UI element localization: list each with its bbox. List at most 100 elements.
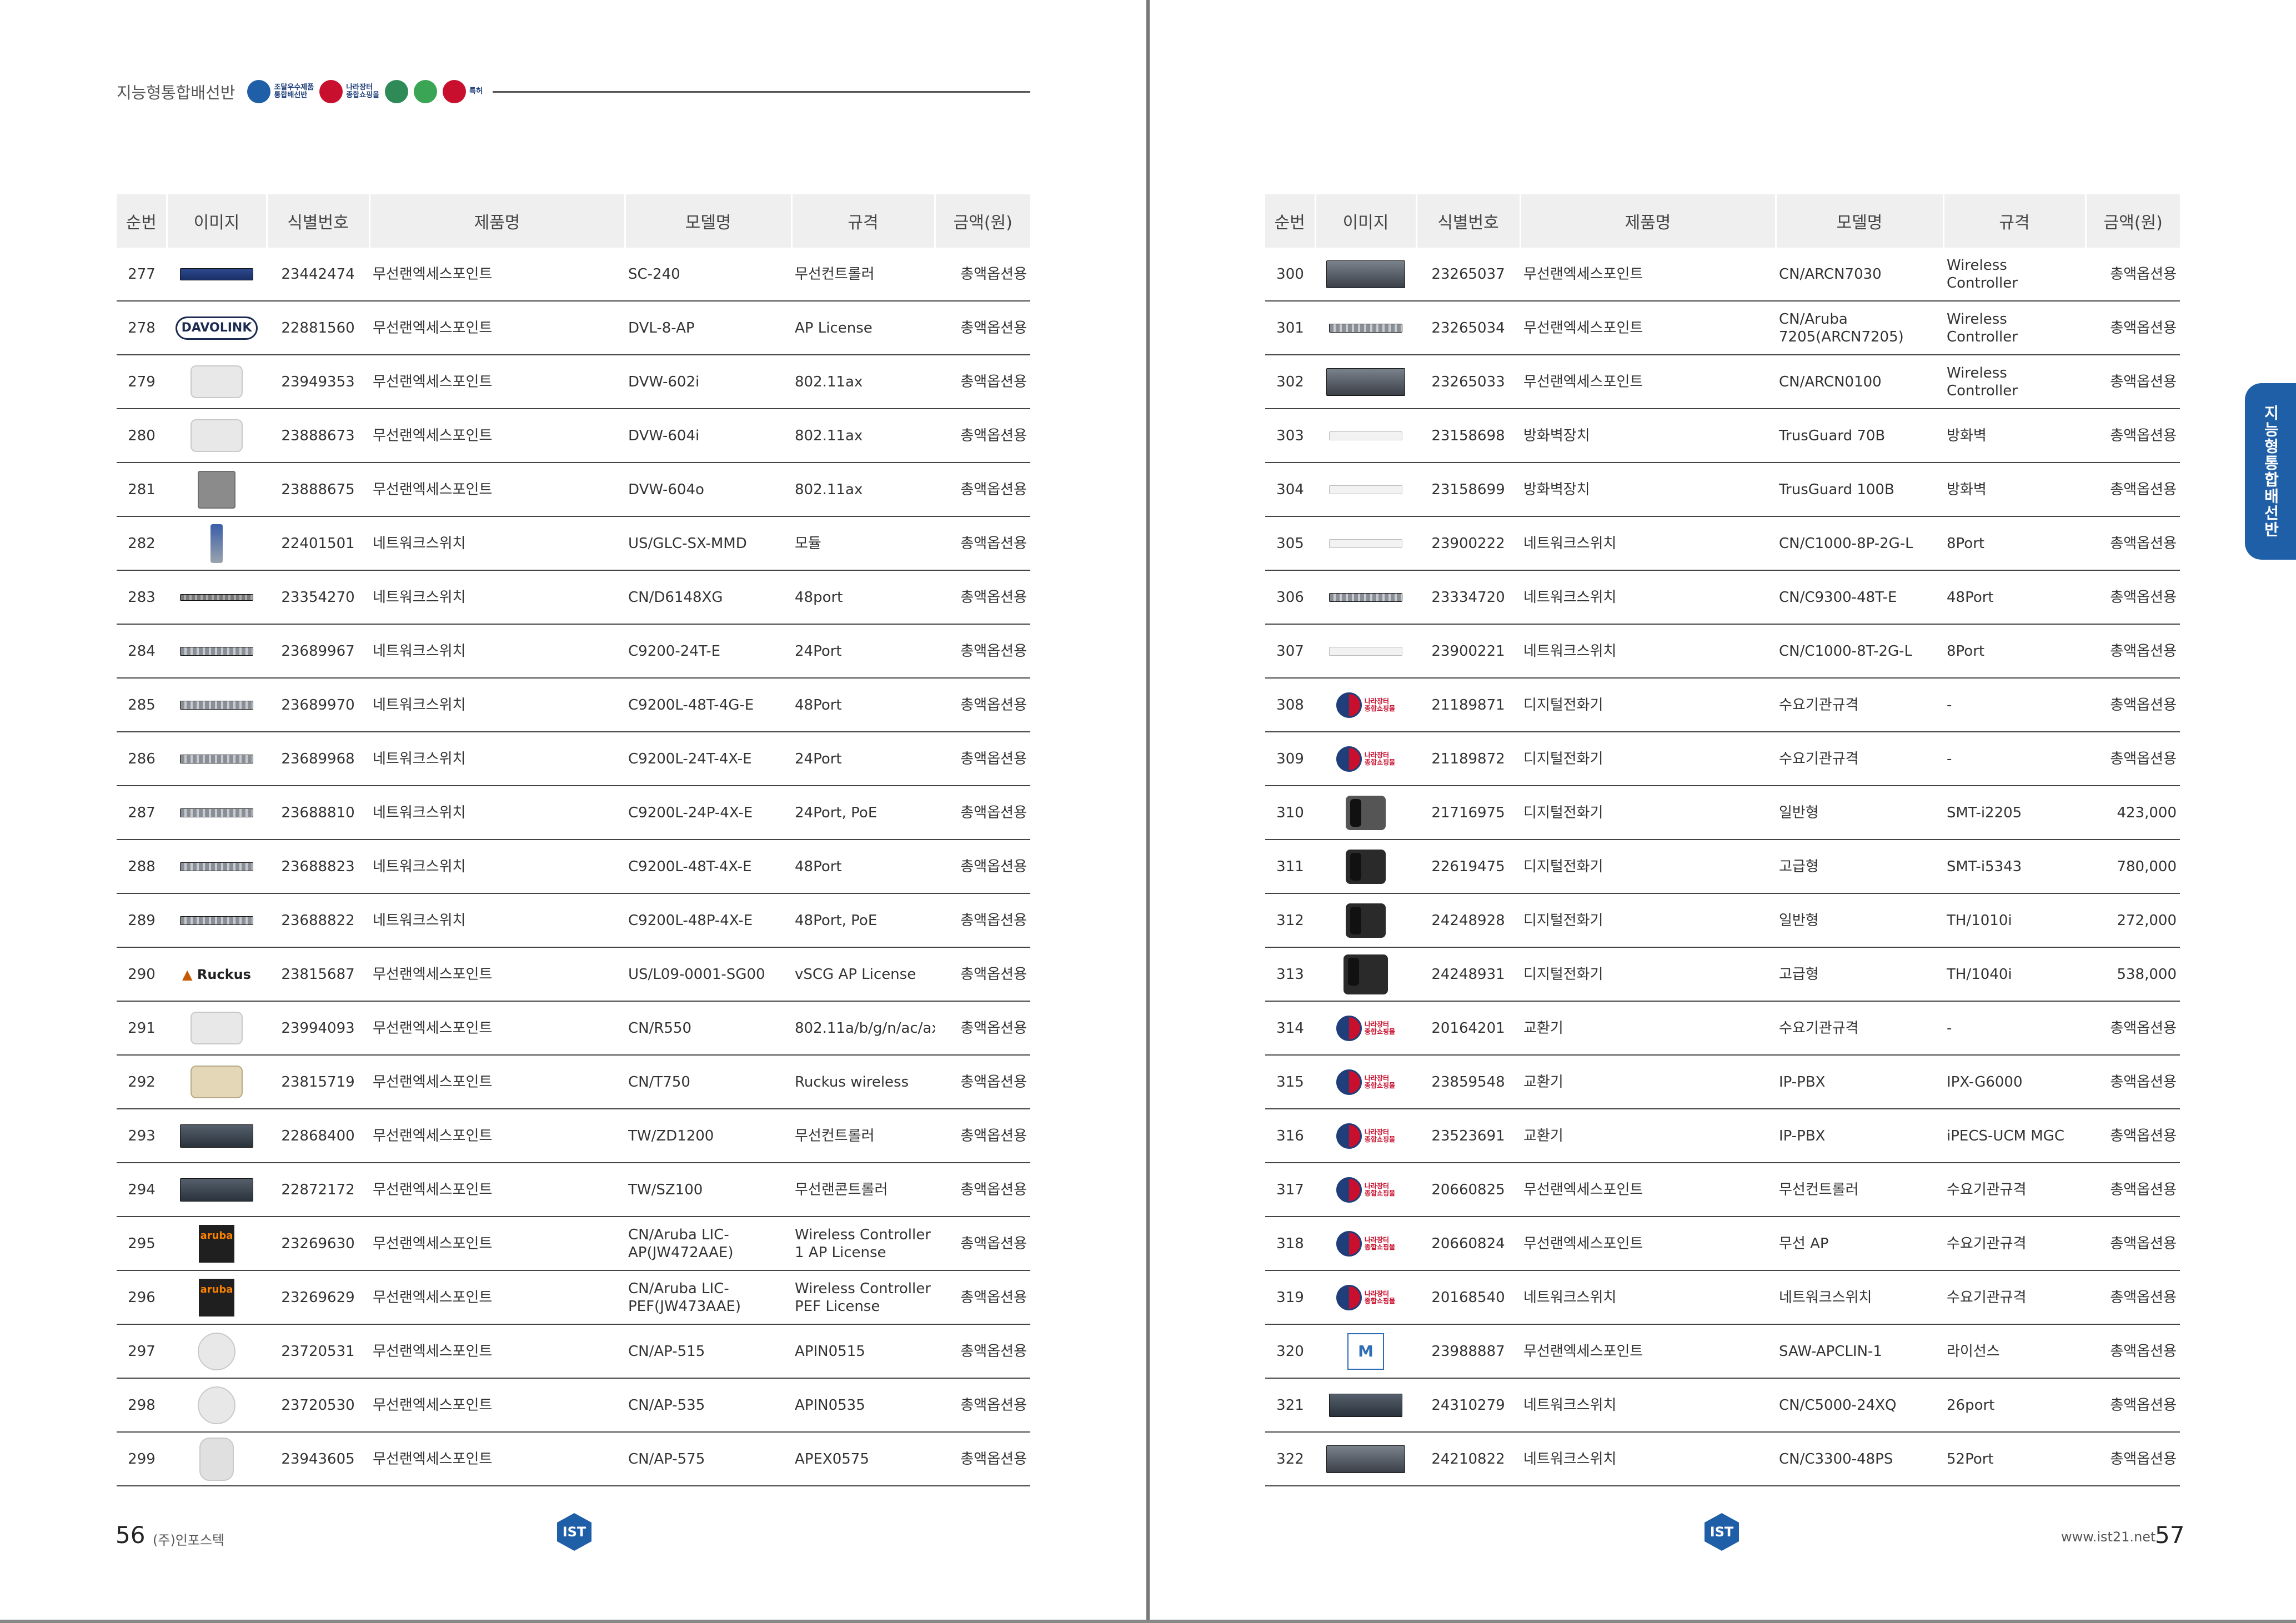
product-image-cell: M [1315, 1324, 1416, 1379]
identification-number: 23949353 [267, 355, 369, 409]
column-header: 이미지 [167, 194, 268, 248]
identification-number: 23689967 [267, 624, 369, 679]
table-row: 306 23334720 네트워크스위치 CN/C9300-48T-E 48Port 총액… [1265, 570, 2180, 625]
product-image-cell [1315, 570, 1416, 625]
model-name: CN/T750 [625, 1055, 791, 1109]
row-number: 292 [117, 1055, 167, 1109]
price: 총액옵션용 [2086, 624, 2180, 679]
model-name: CN/AP-535 [625, 1378, 791, 1433]
product-image-cell: 나라장터 종합쇼핑몰 [1315, 678, 1416, 732]
page-number: 57 [2155, 1521, 2185, 1549]
model-name: 고급형 [1776, 840, 1943, 894]
identification-number: 23988887 [1416, 1324, 1520, 1379]
product-name: 교환기 [1520, 1055, 1776, 1109]
product-name: 교환기 [1520, 1109, 1776, 1163]
table-row: 300 23265037 무선랜엑세스포인트 CN/ARCN7030 Wireless … [1265, 248, 2180, 302]
product-image-cell [1315, 516, 1416, 571]
price: 총액옵션용 [935, 301, 1030, 355]
identification-number: 20660824 [1416, 1217, 1520, 1271]
specification: 52Port [1943, 1432, 2086, 1486]
column-header: 금액(원) [2086, 194, 2180, 248]
product-image-cell [1315, 355, 1416, 409]
specification: 라이선스 [1943, 1324, 2086, 1379]
product-image-cell: DAVOLINK [167, 301, 267, 355]
table-row: 315 나라장터 종합쇼핑몰 23859548 교환기 IP-PBX IPX-G6000 총… [1265, 1055, 2180, 1109]
model-name: US/GLC-SX-MMD [625, 516, 791, 571]
product-image-davolink: DAVOLINK [175, 316, 258, 340]
product-image-rack-tall [1326, 368, 1405, 396]
product-image-cell [167, 786, 267, 840]
identification-number: 22619475 [1416, 840, 1520, 894]
product-image-rack-dark [180, 1124, 253, 1148]
row-number: 305 [1265, 516, 1315, 571]
product-image-rack-dark [1329, 1393, 1402, 1417]
price: 총액옵션용 [2086, 1163, 2180, 1217]
product-image-cell [167, 463, 267, 517]
logo-mark-icon [247, 80, 271, 103]
model-name: CN/ARCN7030 [1776, 248, 1943, 302]
specification: 48port [791, 570, 935, 625]
identification-number: 23688823 [267, 840, 369, 894]
section-side-tab[interactable]: 지능형통합배선반 [2245, 383, 2296, 560]
identification-number: 23943605 [267, 1432, 369, 1486]
product-name: 네트워크스위치 [1520, 1432, 1776, 1486]
product-name: 무선랜엑세스포인트 [369, 1163, 625, 1217]
table-row: 281 23888675 무선랜엑세스포인트 DVW-604o 802.11ax 총액옵션… [117, 463, 1030, 517]
row-number: 280 [117, 409, 167, 463]
product-name: 무선랜엑세스포인트 [1520, 248, 1776, 302]
row-number: 290 [117, 947, 167, 1002]
page-edge [0, 1620, 2296, 1623]
price: 총액옵션용 [935, 1217, 1030, 1271]
product-image-rack-silver [180, 916, 253, 925]
product-image-aruba: aruba [199, 1224, 234, 1263]
table-row: 293 22868400 무선랜엑세스포인트 TW/ZD1200 무선컨트롤러 총액옵션용 [117, 1109, 1030, 1163]
table-row: 318 나라장터 종합쇼핑몰 20660824 무선랜엑세스포인트 무선 AP 수요기관규… [1265, 1217, 2180, 1271]
product-image-cell [167, 1432, 267, 1486]
table-row: 304 23158699 방화벽장치 TrusGuard 100B 방화벽 총액옵션용 [1265, 463, 2180, 517]
column-header: 순번 [1265, 194, 1316, 248]
company-name: (주)인포스텍 [153, 1532, 225, 1548]
specification: 24Port, PoE [791, 786, 935, 840]
product-name: 무선랜엑세스포인트 [1520, 301, 1776, 355]
identification-number: 22401501 [267, 516, 369, 571]
specification: 방화벽 [1943, 409, 2086, 463]
product-image-rack-blue [180, 268, 253, 280]
product-image-nara: 나라장터 종합쇼핑몰 [1336, 1123, 1395, 1149]
column-header: 금액(원) [935, 194, 1030, 248]
product-image-cell: 나라장터 종합쇼핑몰 [1315, 1001, 1416, 1056]
table-row: 314 나라장터 종합쇼핑몰 20164201 교환기 수요기관규격 - 총액옵션용 [1265, 1001, 2180, 1056]
product-name: 무선랜엑세스포인트 [1520, 1163, 1776, 1217]
price: 총액옵션용 [935, 248, 1030, 302]
product-name: 네트워크스위치 [369, 732, 625, 786]
table-row: 305 23900222 네트워크스위치 CN/C1000-8P-2G-L 8Port 총… [1265, 516, 2180, 571]
product-image-cell [167, 678, 267, 732]
product-image-cell [1315, 1378, 1416, 1433]
column-header: 규격 [1943, 194, 2087, 248]
identification-number: 23158699 [1416, 463, 1520, 517]
identification-number: 23269629 [267, 1270, 369, 1325]
specification: APEX0575 [791, 1432, 935, 1486]
row-number: 316 [1265, 1109, 1315, 1163]
model-name: 일반형 [1776, 893, 1943, 948]
nara-emblem-icon [1336, 1230, 1362, 1257]
specification: Wireless Controller [1943, 301, 2086, 355]
model-name: C9200L-24T-4X-E [625, 732, 791, 786]
right-page: 순번 이미지 식별번호 제품명 모델명 규격 금액(원) 300 23265037 무선랜엑세스… [1150, 0, 2296, 1623]
specification: SMT-i5343 [1943, 840, 2086, 894]
product-image-cell: aruba [167, 1270, 267, 1325]
row-number: 277 [117, 248, 167, 302]
product-image-nara: 나라장터 종합쇼핑몰 [1336, 1177, 1395, 1203]
product-image-rack-tall [1326, 260, 1405, 288]
identification-number: 23900222 [1416, 516, 1520, 571]
column-header: 제품명 [1520, 194, 1777, 248]
price: 총액옵션용 [2086, 732, 2180, 786]
specification: 수요기관규격 [1943, 1217, 2086, 1271]
product-image-rack-silver [1329, 592, 1402, 602]
product-image-cell [167, 1109, 267, 1163]
product-name: 네트워크스위치 [1520, 1378, 1776, 1433]
table-row: 283 23354270 네트워크스위치 CN/D6148XG 48port 총액옵션용 [117, 570, 1030, 625]
header-rule [492, 91, 1030, 93]
product-table-right: 순번 이미지 식별번호 제품명 모델명 규격 금액(원) 300 23265037 무선랜엑세스… [1265, 194, 2180, 1486]
website-url[interactable]: www.ist21.net [2061, 1529, 2155, 1545]
product-image-phone-tall [1343, 954, 1388, 994]
